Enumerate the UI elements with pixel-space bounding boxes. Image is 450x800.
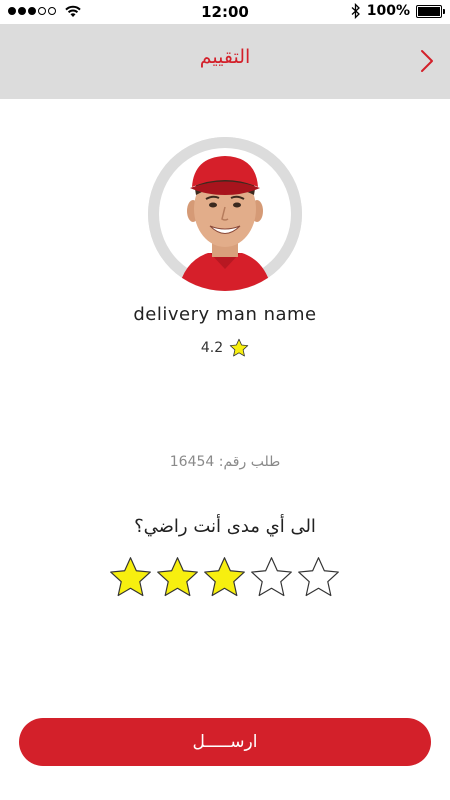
satisfaction-question: الى أي مدى أنت راضي؟ — [134, 516, 316, 537]
battery-icon — [416, 4, 445, 18]
rating-star-5-icon[interactable] — [296, 555, 341, 600]
star-icon — [229, 338, 249, 357]
app-header: التقييم — [0, 24, 450, 99]
send-button[interactable]: ارســـــل — [19, 718, 431, 766]
bluetooth-icon — [351, 3, 360, 19]
delivery-man-name: delivery man name — [133, 304, 317, 325]
star-rating — [108, 555, 341, 600]
rating-star-4-icon[interactable] — [249, 555, 294, 600]
battery-percent: 100% — [366, 3, 410, 19]
rating-star-2-icon[interactable] — [155, 555, 200, 600]
page-title: التقييم — [199, 46, 251, 68]
chevron-right-icon[interactable] — [416, 46, 440, 76]
rating-value: 4.2 — [200, 340, 224, 356]
driver-rating: 4.2 — [0, 338, 450, 358]
rating-star-3-icon[interactable] — [202, 555, 247, 600]
rating-star-1-icon[interactable] — [108, 555, 153, 600]
status-bar: 12:00 100% — [0, 0, 450, 24]
order-number: طلب رقم: 16454 — [169, 454, 281, 470]
avatar — [148, 137, 302, 291]
delivery-man-photo — [148, 137, 302, 291]
